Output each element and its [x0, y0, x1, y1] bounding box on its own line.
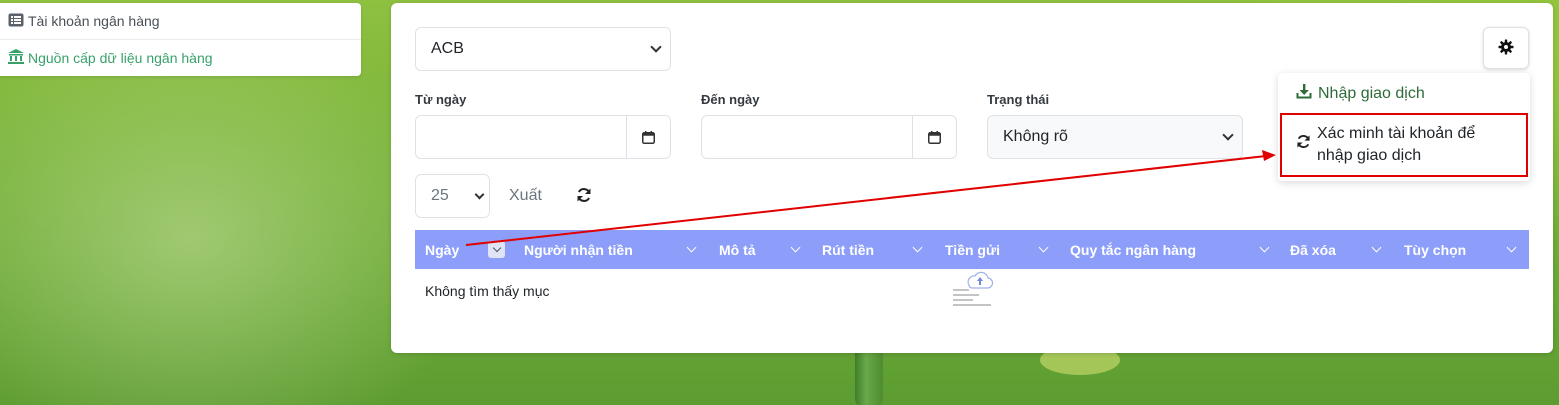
gear-icon	[1498, 39, 1514, 58]
refresh-button[interactable]	[562, 174, 606, 218]
menu-item-verify-account[interactable]: Xác minh tài khoản để nhập giao dịch	[1280, 113, 1528, 177]
chevron-down-icon[interactable]	[790, 242, 801, 253]
column-header-description[interactable]: Mô tả	[719, 230, 756, 269]
chevron-down-icon[interactable]	[1259, 242, 1270, 253]
column-label: Rút tiền	[822, 241, 875, 258]
column-header-withdrawal[interactable]: Rút tiền	[822, 230, 874, 269]
column-header-options[interactable]: Tùy chọn	[1404, 230, 1466, 269]
column-label: Mô tả	[719, 241, 756, 258]
from-date-input[interactable]	[416, 116, 626, 158]
status-select-value: Không rõ	[1003, 128, 1068, 145]
menu-item-label: Xác minh tài khoản để nhập giao dịch	[1317, 123, 1475, 167]
sidebar-item-label: Tài khoản ngân hàng	[28, 13, 160, 29]
column-label: Người nhận tiền	[524, 241, 633, 258]
chevron-down-icon[interactable]	[1506, 242, 1517, 253]
empty-message: Không tìm thấy mục	[425, 283, 550, 299]
from-date-field[interactable]	[415, 115, 671, 159]
per-page-value: 25	[431, 187, 449, 204]
column-header-cleared[interactable]: Đã xóa	[1290, 230, 1336, 269]
sidebar-item-label: Nguồn cấp dữ liệu ngân hàng	[28, 49, 213, 66]
status-select[interactable]: Không rõ	[987, 115, 1243, 159]
column-label: Ngày	[425, 241, 460, 258]
bank-select[interactable]: ACB	[415, 27, 671, 71]
menu-item-label-line1: Xác minh tài khoản để	[1317, 125, 1476, 142]
menu-item-label-line2: nhập giao dịch	[1317, 147, 1422, 164]
column-header-bank-rule[interactable]: Quy tắc ngân hàng	[1070, 230, 1196, 269]
bank-select-value: ACB	[431, 40, 464, 57]
status-label: Trạng thái	[987, 92, 1050, 107]
column-header-deposit[interactable]: Tiền gửi	[945, 230, 1000, 269]
table-header: Ngày Người nhận tiền Mô tả Rút tiền Tiền…	[415, 230, 1529, 269]
download-icon	[1296, 83, 1312, 104]
calendar-icon[interactable]	[912, 116, 956, 158]
column-header-date[interactable]: Ngày	[425, 230, 459, 269]
calendar-icon[interactable]	[626, 116, 670, 158]
chevron-down-icon[interactable]	[1371, 242, 1382, 253]
menu-item-label: Nhập giao dịch	[1318, 84, 1425, 102]
column-label: Quy tắc ngân hàng	[1070, 241, 1197, 258]
export-button[interactable]: Xuất	[494, 174, 557, 218]
chevron-down-icon[interactable]	[912, 242, 923, 253]
chevron-down-icon[interactable]	[1038, 242, 1049, 253]
list-icon	[8, 13, 24, 30]
column-label: Tùy chọn	[1404, 241, 1467, 258]
chevron-down-icon[interactable]	[686, 242, 697, 253]
sidebar-item-bank-feeds[interactable]: Nguồn cấp dữ liệu ngân hàng	[0, 39, 361, 75]
menu-item-import-transactions[interactable]: Nhập giao dịch	[1296, 83, 1425, 104]
sidebar: Tài khoản ngân hàng Nguồn cấp dữ liệu ng…	[0, 3, 361, 76]
to-date-label: Đến ngày	[701, 92, 760, 107]
column-label: Đã xóa	[1290, 241, 1336, 258]
empty-state-icon	[951, 271, 995, 316]
column-header-payee[interactable]: Người nhận tiền	[524, 230, 633, 269]
chevron-down-icon	[1222, 129, 1234, 141]
settings-button[interactable]	[1483, 27, 1529, 69]
column-label: Tiền gửi	[945, 241, 1000, 258]
to-date-field[interactable]	[701, 115, 957, 159]
chevron-down-icon	[650, 41, 662, 53]
from-date-label: Từ ngày	[415, 92, 467, 107]
refresh-icon	[576, 187, 592, 206]
sort-toggle-icon[interactable]	[488, 241, 505, 258]
per-page-select[interactable]: 25	[415, 174, 490, 218]
to-date-input[interactable]	[702, 116, 912, 158]
bank-icon	[8, 48, 24, 67]
chevron-down-icon	[474, 189, 485, 199]
refresh-icon	[1296, 134, 1311, 156]
sidebar-item-bank-accounts[interactable]: Tài khoản ngân hàng	[0, 3, 361, 39]
settings-dropdown-menu: Nhập giao dịch Xác minh tài khoản để nhậ…	[1278, 73, 1530, 181]
